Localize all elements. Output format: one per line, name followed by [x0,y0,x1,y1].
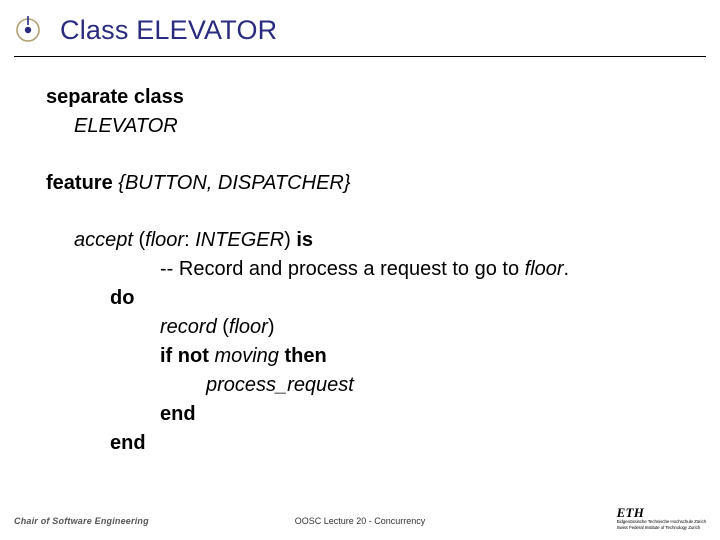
slide-footer: Chair of Software Engineering OOSC Lectu… [0,508,720,534]
code-line: ELEVATOR [74,112,720,141]
code-line: do [110,284,720,313]
code-line: separate class [46,83,720,112]
slide-title-row: Class ELEVATOR [0,0,720,52]
footer-center: OOSC Lecture 20 - Concurrency [295,516,426,526]
slide-title: Class ELEVATOR [60,15,277,46]
code-line: -- Record and process a request to go to… [160,255,720,284]
eth-subtitle: Swiss Federal Institute of Technology Zu… [617,526,706,531]
code-line: process_request [206,371,720,400]
slide-body: separate class ELEVATOR feature {BUTTON,… [0,57,720,458]
code-line: feature {BUTTON, DISPATCHER} [46,169,720,198]
footer-logo: ETH Eidgenössische Technische Hochschule… [617,506,706,530]
code-line: accept (floor: INTEGER) is [74,226,720,255]
code-line: end [160,400,720,429]
eth-subtitle: Eidgenössische Technische Hochschule Zür… [617,520,706,525]
code-line: if not moving then [160,342,720,371]
eth-logo-text: ETH [617,506,706,519]
code-line: record (floor) [160,313,720,342]
footer-left: Chair of Software Engineering [14,516,149,526]
bullet-icon [14,16,42,44]
code-line: end [110,429,720,458]
